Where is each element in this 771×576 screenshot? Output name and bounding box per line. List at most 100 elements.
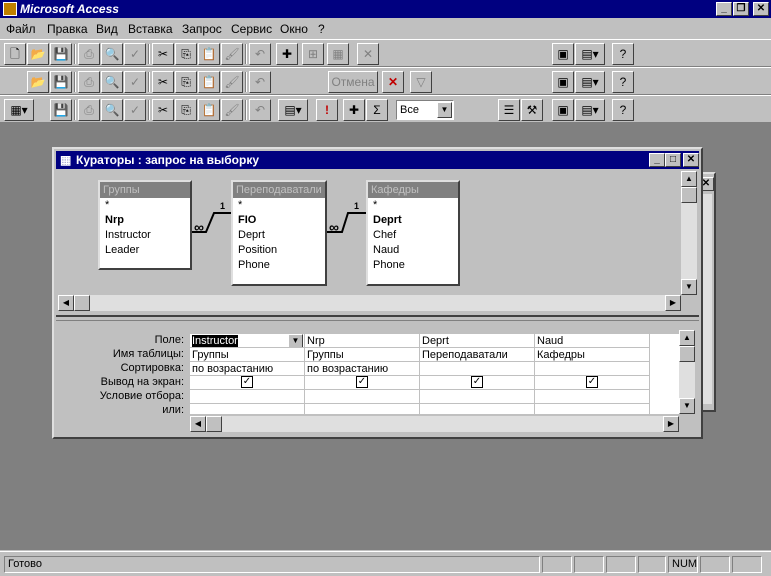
- scroll-thumb[interactable]: [679, 346, 695, 362]
- grid-sort-cell[interactable]: по возрастанию: [190, 362, 305, 376]
- copy-icon[interactable]: ⎘: [175, 43, 197, 65]
- analyze-icon[interactable]: ▦: [327, 43, 349, 65]
- scroll-right-icon[interactable]: ▶: [665, 295, 681, 311]
- undo-icon[interactable]: ↶: [249, 71, 271, 93]
- print-icon[interactable]: ⎙: [78, 43, 100, 65]
- menu-tools[interactable]: Сервис: [231, 22, 272, 36]
- save-icon[interactable]: 💾: [50, 99, 72, 121]
- show-checkbox[interactable]: ✓: [586, 376, 598, 388]
- pane-splitter[interactable]: [56, 315, 699, 321]
- menu-file[interactable]: Файл: [6, 22, 36, 36]
- database-window-icon[interactable]: ▣: [552, 71, 574, 93]
- scroll-thumb[interactable]: [681, 187, 697, 203]
- grid-criteria-cell[interactable]: [190, 390, 305, 404]
- spelling-icon[interactable]: ✓: [124, 99, 146, 121]
- relationships-icon[interactable]: ⊞: [302, 43, 324, 65]
- paste-icon[interactable]: 📋: [198, 71, 220, 93]
- scroll-thumb[interactable]: [206, 416, 222, 432]
- grid-show-cell[interactable]: ✓: [535, 376, 650, 390]
- totals-icon[interactable]: Σ: [366, 99, 388, 121]
- filter-icon[interactable]: ▽: [410, 71, 432, 93]
- copy-icon[interactable]: ⎘: [175, 99, 197, 121]
- database-window-icon[interactable]: ▣: [552, 43, 574, 65]
- format-painter-icon[interactable]: 🖌: [221, 99, 243, 121]
- grid-sort-cell[interactable]: по возрастанию: [305, 362, 420, 376]
- view-dropdown-icon[interactable]: ▦▾: [4, 99, 34, 121]
- print-icon[interactable]: ⎙: [78, 71, 100, 93]
- undo-icon[interactable]: ↶: [249, 43, 271, 65]
- minimize-button[interactable]: _: [716, 2, 732, 16]
- grid-table-cell[interactable]: Переподаватали: [420, 348, 535, 362]
- new-object-dropdown-icon[interactable]: ▤▾: [575, 99, 605, 121]
- delete-icon[interactable]: ✕: [357, 43, 379, 65]
- help-icon[interactable]: ?: [612, 99, 634, 121]
- grid-show-cell[interactable]: ✓: [305, 376, 420, 390]
- menu-insert[interactable]: Вставка: [128, 22, 173, 36]
- open-folder-icon[interactable]: 📂: [27, 71, 49, 93]
- format-painter-icon[interactable]: 🖌: [221, 43, 243, 65]
- grid-criteria-cell[interactable]: [420, 390, 535, 404]
- print-preview-icon[interactable]: 🔍: [101, 71, 123, 93]
- maximize-button[interactable]: □: [665, 153, 681, 167]
- query-window[interactable]: ▦ Кураторы : запрос на выборку _ □ ✕ Гру…: [52, 147, 703, 439]
- table-pane-hscroll[interactable]: ◀ ▶: [58, 295, 681, 311]
- spelling-icon[interactable]: ✓: [124, 71, 146, 93]
- help-icon[interactable]: ?: [612, 43, 634, 65]
- grid-field-cell[interactable]: Deprt: [420, 334, 535, 348]
- copy-icon[interactable]: ⎘: [175, 71, 197, 93]
- database-window-icon[interactable]: ▣: [552, 99, 574, 121]
- grid-hscroll[interactable]: ◀ ▶: [190, 416, 679, 432]
- menu-query[interactable]: Запрос: [182, 22, 222, 36]
- minimize-button[interactable]: _: [649, 153, 665, 167]
- menu-window[interactable]: Окно: [280, 22, 308, 36]
- table-pane-vscroll[interactable]: ▲ ▼: [681, 171, 697, 295]
- grid-field-cell[interactable]: Instructor ▼: [190, 334, 305, 348]
- print-preview-icon[interactable]: 🔍: [101, 43, 123, 65]
- format-painter-icon[interactable]: 🖌: [221, 71, 243, 93]
- menu-help[interactable]: ?: [318, 22, 325, 36]
- open-folder-icon[interactable]: 📂: [27, 43, 49, 65]
- grid-table-cell[interactable]: Группы: [305, 348, 420, 362]
- top-values-combo[interactable]: Все ▼: [396, 100, 454, 120]
- paste-icon[interactable]: 📋: [198, 99, 220, 121]
- grid-criteria-cell[interactable]: [535, 390, 650, 404]
- close-button[interactable]: ✕: [753, 2, 769, 16]
- cut-icon[interactable]: ✂: [152, 99, 174, 121]
- grid-show-cell[interactable]: ✓: [190, 376, 305, 390]
- scroll-down-icon[interactable]: ▼: [679, 398, 695, 414]
- menu-edit[interactable]: Правка: [47, 22, 88, 36]
- grid-show-cell[interactable]: ✓: [420, 376, 535, 390]
- grid-table-cell[interactable]: Кафедры: [535, 348, 650, 362]
- grid-field-cell[interactable]: Naud: [535, 334, 650, 348]
- cut-icon[interactable]: ✂: [152, 43, 174, 65]
- new-object-icon[interactable]: ✚: [276, 43, 298, 65]
- show-checkbox[interactable]: ✓: [471, 376, 483, 388]
- grid-empty-column[interactable]: [650, 334, 682, 418]
- scroll-thumb[interactable]: [74, 295, 90, 311]
- show-checkbox[interactable]: ✓: [241, 376, 253, 388]
- grid-criteria-cell[interactable]: [305, 390, 420, 404]
- scroll-down-icon[interactable]: ▼: [681, 279, 697, 295]
- paste-icon[interactable]: 📋: [198, 43, 220, 65]
- chevron-down-icon[interactable]: ▼: [288, 334, 303, 347]
- build-icon[interactable]: ⚒: [521, 99, 543, 121]
- print-icon[interactable]: ⎙: [78, 99, 100, 121]
- grid-sort-cell[interactable]: [535, 362, 650, 376]
- new-icon[interactable]: 🗋: [4, 43, 26, 65]
- print-preview-icon[interactable]: 🔍: [101, 99, 123, 121]
- scroll-left-icon[interactable]: ◀: [58, 295, 74, 311]
- chevron-down-icon[interactable]: ▼: [437, 102, 452, 118]
- query-type-dropdown-icon[interactable]: ▤▾: [278, 99, 308, 121]
- grid-table-cell[interactable]: Группы: [190, 348, 305, 362]
- scroll-right-icon[interactable]: ▶: [663, 416, 679, 432]
- help-icon[interactable]: ?: [612, 71, 634, 93]
- design-grid[interactable]: Instructor ▼ Группы по возрастанию ✓ Nrp…: [190, 330, 682, 418]
- scroll-left-icon[interactable]: ◀: [190, 416, 206, 432]
- save-icon[interactable]: 💾: [50, 43, 72, 65]
- close-button[interactable]: ✕: [683, 153, 699, 167]
- properties-icon[interactable]: ☰: [498, 99, 520, 121]
- new-object-dropdown-icon[interactable]: ▤▾: [575, 43, 605, 65]
- show-checkbox[interactable]: ✓: [356, 376, 368, 388]
- grid-sort-cell[interactable]: [420, 362, 535, 376]
- spelling-icon[interactable]: ✓: [124, 43, 146, 65]
